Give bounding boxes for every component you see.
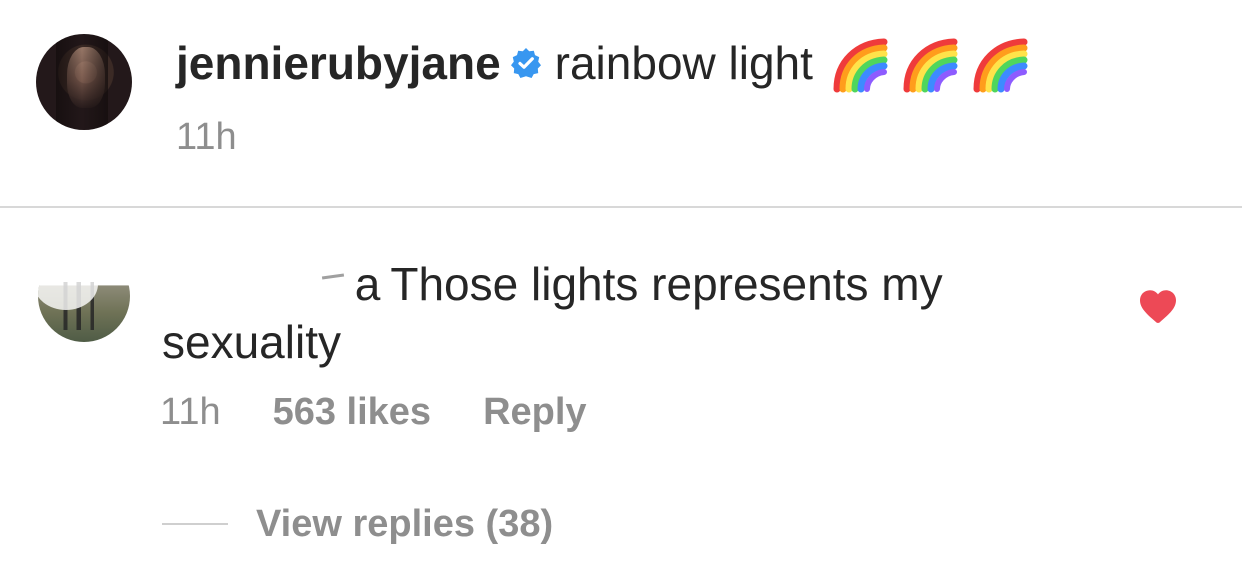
view-replies-line — [162, 523, 228, 525]
rainbow-emoji-icon — [973, 38, 1028, 93]
comment-time: 11h — [160, 391, 221, 433]
likes-count-button[interactable]: 563 likes — [273, 388, 431, 436]
comment-text: Those lights represents mysexuality — [162, 252, 1142, 371]
view-replies-button[interactable]: View replies (38) — [162, 500, 553, 548]
rainbow-emoji-icon — [903, 38, 958, 93]
post-owner-line: jennierubyjane rainbow light — [176, 33, 1029, 93]
post-caption: rainbow light — [554, 37, 813, 89]
reply-button[interactable]: Reply — [483, 388, 586, 436]
comment-divider — [0, 206, 1242, 208]
verified-badge-icon — [510, 48, 541, 78]
commenter-avatar[interactable] — [38, 250, 130, 342]
post-owner-username[interactable]: jennierubyjane — [176, 34, 501, 92]
rainbow-emoji-icon — [833, 38, 888, 93]
comment-meta: 11h 563 likes Reply — [160, 388, 587, 436]
rainbow-emoji-group — [829, 33, 1029, 93]
post-time: 11h — [176, 116, 237, 158]
post-header: jennierubyjane rainbow light 11h — [0, 0, 1242, 206]
heart-icon[interactable] — [1140, 290, 1176, 324]
commenter-username-redacted[interactable] — [162, 252, 358, 304]
post-owner-avatar[interactable] — [36, 34, 132, 130]
view-replies-label: View replies (38) — [256, 503, 554, 545]
